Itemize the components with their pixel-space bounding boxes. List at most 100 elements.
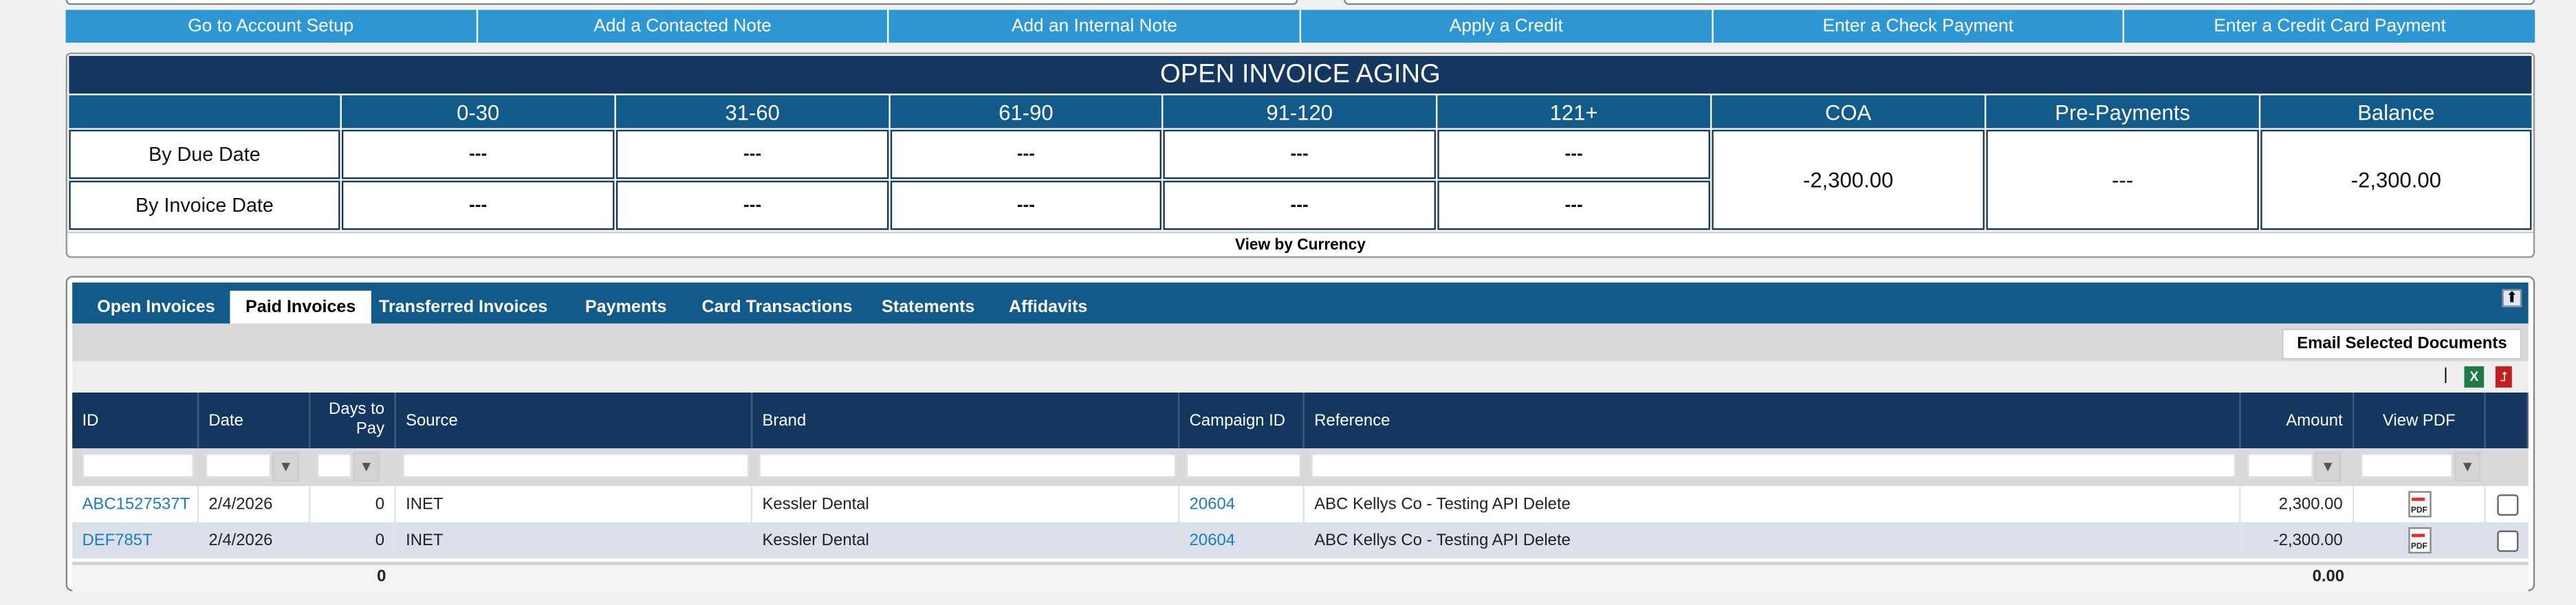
col-header-select [2485, 392, 2529, 449]
aging-value: --- [1163, 129, 1436, 179]
tab-payments[interactable]: Payments [571, 291, 680, 324]
select-checkbox[interactable] [2496, 493, 2518, 515]
amount-total: 0.00 [2312, 568, 2345, 586]
aging-header-121-plus: 121+ [1437, 95, 1710, 129]
amount-cell: 2,300.00 [2241, 486, 2355, 522]
export-upload-icon[interactable]: ⬆ [2502, 289, 2522, 307]
amount-filter-input[interactable] [2247, 453, 2313, 478]
reference-filter-input[interactable] [1311, 453, 2236, 478]
amount-cell: -2,300.00 [2241, 522, 2355, 559]
invoice-id-link[interactable]: DEF785T [72, 522, 199, 559]
col-header-days-to-pay[interactable]: Days to Pay [310, 392, 396, 449]
enter-check-payment-button[interactable]: Enter a Check Payment [1712, 10, 2124, 43]
aging-value: --- [341, 129, 615, 179]
enter-credit-card-payment-button[interactable]: Enter a Credit Card Payment [2124, 10, 2535, 43]
source-filter-input[interactable] [402, 453, 750, 478]
invoice-tabs: Open Invoices Paid Invoices Transferred … [72, 282, 2529, 324]
tab-affidavits[interactable]: Affidavits [996, 291, 1101, 324]
aging-header-91-120: 91-120 [1163, 95, 1436, 129]
aging-value: --- [1437, 129, 1710, 179]
reference-cell: ABC Kellys Co - Testing API Delete [1305, 522, 2241, 559]
aging-coa-value: -2,300.00 [1712, 129, 1985, 230]
date-filter-input[interactable] [205, 453, 272, 478]
action-button-bar: Go to Account Setup Add a Contacted Note… [65, 10, 2535, 43]
date-filter-icon[interactable]: ▼ [272, 451, 299, 481]
campaign-id-link[interactable]: 20604 [1179, 522, 1305, 559]
amount-filter-icon[interactable]: ▼ [2315, 451, 2342, 481]
view-pdf-icon[interactable]: PDF [2408, 491, 2431, 518]
col-header-source[interactable]: Source [395, 392, 753, 449]
brand-cell: Kessler Dental [752, 522, 1180, 559]
tab-open-invoices[interactable]: Open Invoices [82, 291, 230, 324]
top-field-left[interactable] [65, 0, 1298, 6]
aging-value: --- [615, 180, 889, 230]
pdf-filter-icon[interactable]: ▼ [2454, 451, 2481, 481]
excel-export-icon[interactable]: X [2464, 366, 2485, 388]
source-cell: INET [396, 522, 753, 559]
campaign-id-link[interactable]: 20604 [1179, 486, 1305, 522]
days-total: 0 [377, 568, 386, 586]
aging-row-label: By Due Date [69, 129, 340, 179]
invoices-panel: Open Invoices Paid Invoices Transferred … [65, 276, 2535, 593]
col-header-reference[interactable]: Reference [1304, 392, 2241, 449]
aging-prepayments-value: --- [1986, 129, 2259, 230]
tab-card-transactions[interactable]: Card Transactions [690, 291, 864, 324]
pdf-filter-input[interactable] [2360, 453, 2453, 478]
toolbar-separator: | [2443, 366, 2448, 385]
add-internal-note-button[interactable]: Add an Internal Note [889, 10, 1300, 43]
email-selected-documents-button[interactable]: Email Selected Documents [2282, 328, 2522, 360]
table-row: ABC1527537T 2/4/2026 0 INET Kessler Dent… [72, 486, 2529, 522]
days-filter-input[interactable] [317, 453, 352, 478]
id-filter-input[interactable] [82, 453, 194, 478]
aging-header-31-60: 31-60 [615, 95, 889, 129]
col-header-amount[interactable]: Amount [2240, 392, 2355, 449]
aging-header-coa: COA [1712, 95, 1985, 129]
col-header-id[interactable]: ID [72, 392, 199, 449]
aging-value: --- [1437, 180, 1710, 230]
aging-value: --- [341, 180, 615, 230]
aging-row-label: By Invoice Date [69, 180, 340, 230]
aging-header-0-30: 0-30 [341, 95, 615, 129]
invoice-id-link[interactable]: ABC1527537T [72, 486, 199, 522]
aging-value: --- [890, 129, 1162, 179]
filter-row: ▼ ▼ ▼ ▼ [72, 448, 2529, 487]
pdf-export-icon[interactable]: ⮥ [2495, 366, 2512, 388]
days-filter-icon[interactable]: ▼ [353, 451, 380, 481]
aging-value: --- [615, 129, 889, 179]
select-checkbox[interactable] [2496, 529, 2518, 551]
aging-balance-value: -2,300.00 [2260, 129, 2532, 230]
col-header-brand[interactable]: Brand [752, 392, 1180, 449]
view-pdf-icon[interactable]: PDF [2408, 527, 2431, 554]
tab-statements[interactable]: Statements [871, 291, 985, 324]
aging-title: OPEN INVOICE AGING [69, 56, 2532, 94]
tab-paid-invoices[interactable]: Paid Invoices [230, 290, 371, 324]
col-header-view-pdf: View PDF [2354, 392, 2486, 449]
actions-toolbar: Email Selected Documents [72, 323, 2529, 362]
col-header-campaign-id[interactable]: Campaign ID [1179, 392, 1305, 449]
table-row: DEF785T 2/4/2026 0 INET Kessler Dental 2… [72, 522, 2529, 559]
aging-value: --- [890, 180, 1162, 230]
brand-cell: Kessler Dental [752, 486, 1180, 522]
top-field-right[interactable] [1344, 0, 2535, 6]
source-cell: INET [396, 486, 753, 522]
add-contacted-note-button[interactable]: Add a Contacted Note [477, 10, 888, 43]
apply-credit-button[interactable]: Apply a Credit [1301, 10, 1712, 43]
col-header-date[interactable]: Date [199, 392, 311, 449]
campaign-filter-input[interactable] [1186, 453, 1302, 478]
days-cell: 0 [311, 486, 396, 522]
days-cell: 0 [311, 522, 396, 559]
aging-value: --- [1163, 180, 1436, 230]
tab-transferred-invoices[interactable]: Transferred Invoices [371, 291, 556, 324]
brand-filter-input[interactable] [758, 453, 1177, 478]
date-cell: 2/4/2026 [199, 486, 311, 522]
aging-header-blank [69, 95, 340, 129]
reference-cell: ABC Kellys Co - Testing API Delete [1305, 486, 2241, 522]
export-toolbar: | X ⮥ [72, 361, 2529, 393]
aging-header-balance: Balance [2260, 95, 2532, 129]
aging-header-61-90: 61-90 [890, 95, 1162, 129]
view-by-currency-link[interactable]: View by Currency [67, 231, 2533, 258]
go-to-account-setup-button[interactable]: Go to Account Setup [65, 10, 477, 43]
date-cell: 2/4/2026 [199, 522, 311, 559]
totals-row: 0 0.00 [72, 562, 2529, 593]
open-invoice-aging-panel: OPEN INVOICE AGING 0-30 31-60 61-90 91-1… [65, 52, 2535, 258]
